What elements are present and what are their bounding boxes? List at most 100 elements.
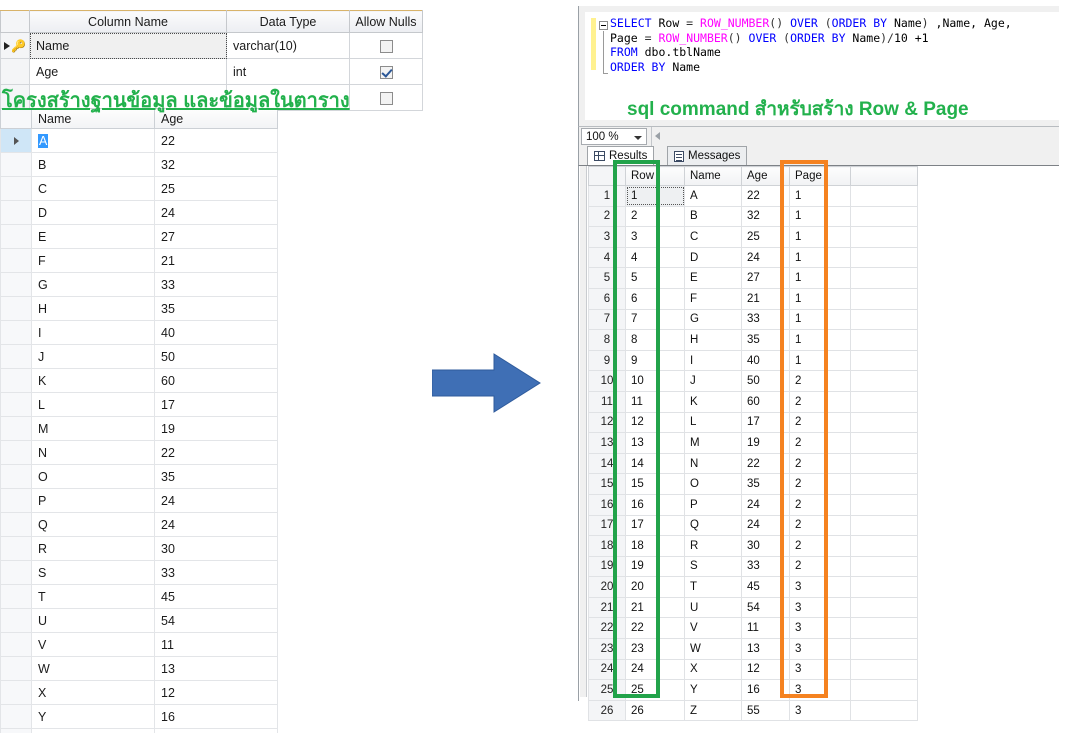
results-cell-age[interactable]: 24: [741, 246, 790, 269]
datagrid-row-marker[interactable]: [0, 176, 32, 201]
datagrid-cell-name[interactable]: J: [31, 344, 155, 369]
results-cell-page[interactable]: 2: [789, 390, 851, 413]
results-cell-page[interactable]: 2: [789, 452, 851, 475]
results-col-header-page[interactable]: Page: [789, 166, 851, 186]
results-cell-row[interactable]: 25: [625, 679, 685, 701]
datagrid-cell-name[interactable]: H: [31, 296, 155, 321]
datagrid-cell-age[interactable]: 35: [154, 296, 278, 321]
datagrid-cell-name[interactable]: S: [31, 560, 155, 585]
datagrid-cell-age[interactable]: 22: [154, 128, 278, 153]
designer-row-age[interactable]: Age int: [0, 58, 423, 85]
allow-nulls-checkbox-empty[interactable]: [379, 91, 393, 105]
results-cell-name[interactable]: B: [684, 205, 742, 228]
datagrid-row-marker[interactable]: [0, 656, 32, 681]
datagrid-cell-name[interactable]: G: [31, 272, 155, 297]
results-cell-rownum[interactable]: 22: [588, 617, 626, 640]
results-cell-name[interactable]: Q: [684, 514, 742, 537]
results-cell-row[interactable]: 15: [625, 473, 685, 495]
results-cell-page[interactable]: 3: [789, 699, 851, 722]
datagrid-cell-name[interactable]: M: [31, 416, 155, 441]
results-row[interactable]: 24 24 X 12 3: [588, 658, 918, 681]
results-cell-name[interactable]: P: [684, 493, 742, 516]
results-cell-row[interactable]: 13: [625, 432, 685, 454]
results-cell-age[interactable]: 16: [741, 679, 790, 701]
datagrid-cell-age[interactable]: 21: [154, 248, 278, 273]
results-cell-name[interactable]: Y: [684, 679, 742, 701]
datagrid-cell-age[interactable]: 19: [154, 416, 278, 441]
results-cell-page[interactable]: 3: [789, 596, 851, 619]
designer-cell-column-name[interactable]: Name: [29, 32, 227, 59]
datagrid-row-marker[interactable]: [0, 704, 32, 729]
results-cell-row[interactable]: 11: [625, 390, 685, 413]
datagrid-row[interactable]: G 33: [0, 272, 278, 297]
allow-nulls-checkbox-name[interactable]: [379, 39, 393, 53]
results-row[interactable]: 22 22 V 11 3: [588, 617, 918, 640]
datagrid-row-marker[interactable]: [0, 464, 32, 489]
datagrid-cell-age[interactable]: 33: [154, 272, 278, 297]
results-row[interactable]: 17 17 Q 24 2: [588, 514, 918, 537]
results-cell-name[interactable]: W: [684, 638, 742, 660]
datagrid-cell-age[interactable]: 40: [154, 320, 278, 345]
results-cell-name[interactable]: T: [684, 576, 742, 598]
results-row[interactable]: 7 7 G 33 1: [588, 308, 918, 331]
datagrid-cell-age[interactable]: 33: [154, 560, 278, 585]
results-cell-name[interactable]: U: [684, 596, 742, 619]
datagrid-cell-name[interactable]: I: [31, 320, 155, 345]
results-col-header-name[interactable]: Name: [684, 166, 742, 186]
results-cell-row[interactable]: 14: [625, 452, 685, 475]
datagrid-cell-name[interactable]: V: [31, 632, 155, 657]
datagrid-cell-age[interactable]: 60: [154, 368, 278, 393]
collapse-region-icon[interactable]: [599, 21, 608, 30]
datagrid-cell-name[interactable]: Z: [31, 728, 155, 733]
results-cell-name[interactable]: G: [684, 308, 742, 331]
results-cell-row[interactable]: 12: [625, 411, 685, 434]
results-cell-name[interactable]: N: [684, 452, 742, 475]
results-cell-age[interactable]: 19: [741, 432, 790, 454]
results-cell-rownum[interactable]: 1: [588, 185, 626, 207]
results-row[interactable]: 14 14 N 22 2: [588, 452, 918, 475]
results-row[interactable]: 10 10 J 50 2: [588, 370, 918, 392]
results-cell-page[interactable]: 1: [789, 329, 851, 351]
datagrid-row-marker[interactable]: [0, 272, 32, 297]
datagrid-cell-name[interactable]: L: [31, 392, 155, 417]
datagrid-row-marker[interactable]: [0, 440, 32, 465]
results-cell-age[interactable]: 25: [741, 226, 790, 248]
results-cell-page[interactable]: 1: [789, 246, 851, 269]
results-cell-rownum[interactable]: 18: [588, 535, 626, 557]
results-cell-row[interactable]: 17: [625, 514, 685, 537]
results-cell-rownum[interactable]: 2: [588, 205, 626, 228]
results-cell-age[interactable]: 22: [741, 185, 790, 207]
datagrid-row[interactable]: O 35: [0, 464, 278, 489]
datagrid-cell-age[interactable]: 22: [154, 440, 278, 465]
results-cell-name[interactable]: S: [684, 555, 742, 578]
results-row[interactable]: 21 21 U 54 3: [588, 596, 918, 619]
results-cell-page[interactable]: 1: [789, 185, 851, 207]
results-cell-rownum[interactable]: 23: [588, 638, 626, 660]
results-row[interactable]: 8 8 H 35 1: [588, 329, 918, 351]
results-cell-rownum[interactable]: 21: [588, 596, 626, 619]
results-row[interactable]: 23 23 W 13 3: [588, 638, 918, 660]
results-cell-name[interactable]: D: [684, 246, 742, 269]
results-cell-age[interactable]: 13: [741, 638, 790, 660]
results-cell-row[interactable]: 18: [625, 535, 685, 557]
results-cell-age[interactable]: 45: [741, 576, 790, 598]
results-cell-rownum[interactable]: 14: [588, 452, 626, 475]
tab-results[interactable]: Results: [587, 146, 655, 165]
datagrid-row[interactable]: Y 16: [0, 704, 278, 729]
results-cell-page[interactable]: 2: [789, 432, 851, 454]
results-row[interactable]: 11 11 K 60 2: [588, 390, 918, 413]
datagrid-cell-name[interactable]: D: [31, 200, 155, 225]
datagrid-row[interactable]: D 24: [0, 200, 278, 225]
datagrid-row-marker[interactable]: [0, 680, 32, 705]
results-cell-name[interactable]: E: [684, 267, 742, 289]
datagrid-cell-name[interactable]: C: [31, 176, 155, 201]
results-row[interactable]: 2 2 B 32 1: [588, 205, 918, 228]
results-cell-name[interactable]: L: [684, 411, 742, 434]
results-cell-row[interactable]: 24: [625, 658, 685, 681]
zoom-level-select[interactable]: 100 %: [581, 128, 647, 145]
datagrid-row[interactable]: X 12: [0, 680, 278, 705]
datagrid-row-marker[interactable]: [0, 536, 32, 561]
results-cell-age[interactable]: 55: [741, 699, 790, 722]
datagrid-cell-age[interactable]: 35: [154, 464, 278, 489]
datagrid-row-marker[interactable]: [0, 200, 32, 225]
